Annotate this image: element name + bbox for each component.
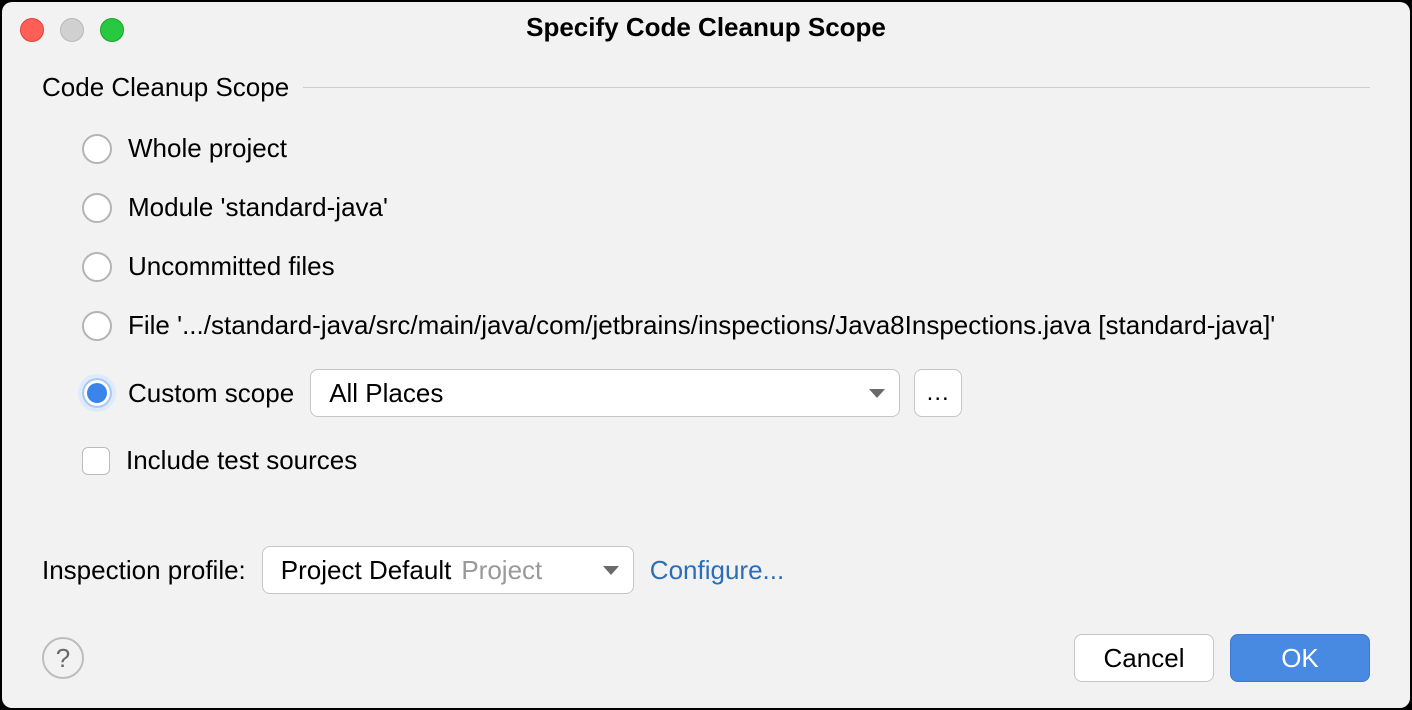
custom-scope-select[interactable]: All Places	[310, 369, 900, 417]
chevron-down-icon	[603, 566, 619, 575]
scope-radio-group: Whole project Module 'standard-java' Unc…	[42, 133, 1370, 476]
radio-label: Module 'standard-java'	[128, 192, 388, 223]
radio-whole-project[interactable]: Whole project	[82, 133, 1370, 164]
section-header: Code Cleanup Scope	[42, 72, 1370, 103]
checkbox-icon	[82, 447, 110, 475]
radio-icon	[82, 252, 112, 282]
traffic-lights	[20, 18, 124, 42]
radio-icon	[82, 311, 112, 341]
cancel-button[interactable]: Cancel	[1074, 634, 1214, 682]
inspection-profile-row: Inspection profile: Project Default Proj…	[42, 546, 1370, 594]
dialog-content: Code Cleanup Scope Whole project Module …	[2, 52, 1410, 612]
radio-icon	[82, 193, 112, 223]
browse-scope-button[interactable]: ...	[914, 369, 962, 417]
radio-icon	[82, 378, 112, 408]
radio-module[interactable]: Module 'standard-java'	[82, 192, 1370, 223]
close-window-button[interactable]	[20, 18, 44, 42]
inspection-label: Inspection profile:	[42, 555, 246, 586]
configure-link[interactable]: Configure...	[650, 555, 784, 586]
custom-scope-controls: All Places ...	[310, 369, 1370, 417]
radio-custom-scope[interactable]: Custom scope All Places ...	[82, 369, 1370, 417]
include-test-sources[interactable]: Include test sources	[82, 445, 1370, 476]
radio-uncommitted-files[interactable]: Uncommitted files	[82, 251, 1370, 282]
dialog-window: Specify Code Cleanup Scope Code Cleanup …	[2, 2, 1410, 708]
minimize-window-button[interactable]	[60, 18, 84, 42]
titlebar: Specify Code Cleanup Scope	[2, 2, 1410, 52]
ok-label: OK	[1281, 643, 1319, 674]
maximize-window-button[interactable]	[100, 18, 124, 42]
help-icon: ?	[56, 643, 70, 674]
radio-label: Custom scope	[128, 378, 294, 409]
profile-value: Project Default Project	[281, 555, 542, 586]
ellipsis-label: ...	[927, 379, 950, 407]
profile-secondary: Project	[461, 555, 542, 586]
ok-button[interactable]: OK	[1230, 634, 1370, 682]
section-label: Code Cleanup Scope	[42, 72, 289, 103]
radio-file[interactable]: File '.../standard-java/src/main/java/co…	[82, 310, 1370, 341]
profile-name: Project Default	[281, 555, 452, 586]
cancel-label: Cancel	[1104, 643, 1185, 674]
checkbox-label: Include test sources	[126, 445, 357, 476]
radio-label: File '.../standard-java/src/main/java/co…	[128, 310, 1275, 341]
radio-label: Whole project	[128, 133, 287, 164]
inspection-profile-select[interactable]: Project Default Project	[262, 546, 634, 594]
radio-icon	[82, 134, 112, 164]
section-divider	[303, 87, 1370, 88]
help-button[interactable]: ?	[42, 637, 84, 679]
chevron-down-icon	[869, 389, 885, 398]
dialog-footer: ? Cancel OK	[2, 612, 1410, 708]
custom-scope-value: All Places	[329, 378, 443, 409]
radio-label: Uncommitted files	[128, 251, 335, 282]
dialog-title: Specify Code Cleanup Scope	[18, 12, 1394, 43]
